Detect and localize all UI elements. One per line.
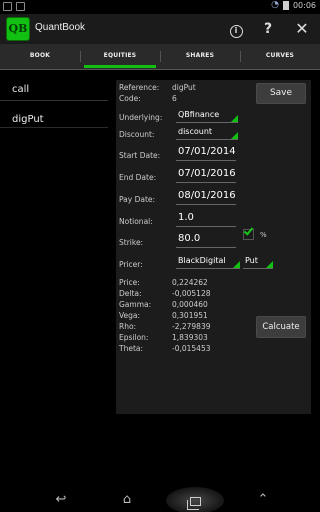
option-type-select[interactable]: Put: [243, 255, 273, 269]
result-label-epsilon: Epsilon:: [119, 333, 149, 342]
end-date-label: End Date:: [119, 173, 157, 182]
pay-date-field[interactable]: 08/01/2016: [176, 188, 236, 205]
equity-detail-panel: Reference: digPut Code: 6 Save Underlyin…: [116, 80, 311, 414]
battery-icon: [282, 1, 289, 10]
dropdown-arrow-icon: [233, 261, 240, 268]
check-icon: [243, 225, 254, 236]
result-label-vega: Vega:: [119, 311, 141, 320]
code-value: 6: [172, 94, 177, 103]
navigation-bar: ↩ ⌂ ⌃: [0, 487, 320, 512]
pricer-select-value: BlackDigital: [178, 256, 226, 265]
pay-date-label: Pay Date:: [119, 195, 156, 204]
reference-value: digPut: [172, 83, 196, 92]
tab-equities[interactable]: EQUITIES: [80, 44, 160, 69]
app-title: QuantBook: [35, 22, 86, 33]
discount-select-value: discount: [178, 127, 213, 136]
recent-apps-button[interactable]: [166, 487, 224, 512]
status-bar: ◔ 00:06: [0, 0, 320, 14]
recent-apps-icon: [186, 497, 201, 510]
result-label-rho: Rho:: [119, 322, 137, 331]
tab-book[interactable]: BOOK: [0, 44, 80, 69]
option-type-select-value: Put: [245, 256, 258, 265]
underlying-select-value: QBfinance: [178, 110, 220, 119]
info-icon: i: [229, 25, 243, 38]
end-date-field[interactable]: 07/01/2016: [176, 166, 236, 183]
start-date-label: Start Date:: [119, 151, 161, 160]
logo-text: QB: [8, 22, 28, 35]
result-value-rho: -2,279839: [172, 322, 211, 331]
close-button[interactable]: ✕: [292, 19, 312, 39]
home-button[interactable]: ⌂: [112, 489, 142, 510]
list-item-digput[interactable]: digPut: [0, 101, 108, 128]
result-value-price: 0,224262: [172, 278, 208, 287]
action-bar: QB QuantBook i ? ✕: [0, 14, 320, 44]
save-button[interactable]: Save: [256, 83, 306, 104]
discount-label: Discount:: [119, 130, 155, 139]
pricer-label: Pricer:: [119, 260, 143, 269]
menu-icon: ⌃: [257, 492, 269, 507]
underlying-label: Underlying:: [119, 113, 163, 122]
result-label-price: Price:: [119, 278, 140, 287]
notification-icon: [3, 2, 12, 11]
result-label-gamma: Gamma:: [119, 300, 152, 309]
discount-select[interactable]: discount: [176, 126, 238, 140]
strike-field[interactable]: 80.0: [176, 231, 236, 248]
main-content: call digPut Reference: digPut Code: 6 Sa…: [0, 71, 320, 487]
system-indicators: ◔ 00:06: [271, 1, 316, 10]
notification-icon: [16, 2, 25, 11]
clock: 00:06: [292, 1, 316, 10]
tab-shares[interactable]: SHARES: [160, 44, 240, 69]
help-button[interactable]: ?: [258, 19, 278, 39]
app-logo-icon[interactable]: QB: [6, 17, 30, 41]
dropdown-arrow-icon: [231, 132, 238, 139]
back-icon: ↩: [55, 492, 67, 507]
percent-label: %: [260, 231, 267, 239]
result-value-delta: -0,005128: [172, 289, 211, 298]
tab-curves[interactable]: CURVES: [240, 44, 320, 69]
result-value-epsilon: 1,839303: [172, 333, 208, 342]
result-value-vega: 0,301951: [172, 311, 208, 320]
dropdown-arrow-icon: [266, 261, 273, 268]
start-date-field[interactable]: 07/01/2014: [176, 144, 236, 161]
underlying-select[interactable]: QBfinance: [176, 109, 238, 123]
notional-field[interactable]: 1.0: [176, 210, 236, 227]
notional-label: Notional:: [119, 217, 153, 226]
list-item-call[interactable]: call: [0, 71, 108, 101]
calculate-button[interactable]: Calcuate: [256, 316, 306, 338]
result-value-gamma: 0,000460: [172, 300, 208, 309]
code-label: Code:: [119, 94, 141, 103]
equities-list: call digPut: [0, 71, 108, 157]
strike-label: Strike:: [119, 238, 144, 247]
dropdown-arrow-icon: [231, 115, 238, 122]
back-button[interactable]: ↩: [46, 489, 76, 510]
result-label-delta: Delta:: [119, 289, 142, 298]
menu-button[interactable]: ⌃: [248, 489, 278, 510]
strike-percent-checkbox[interactable]: [243, 225, 254, 240]
result-value-theta: -0,015453: [172, 344, 211, 353]
pricer-select[interactable]: BlackDigital: [176, 255, 240, 269]
reference-label: Reference:: [119, 83, 160, 92]
tab-bar: BOOK EQUITIES SHARES CURVES: [0, 44, 320, 70]
result-label-theta: Theta:: [119, 344, 144, 353]
home-icon: ⌂: [122, 492, 132, 507]
info-button[interactable]: i: [226, 19, 246, 39]
notification-icons: [3, 2, 25, 11]
wifi-icon: ◔: [271, 0, 279, 10]
